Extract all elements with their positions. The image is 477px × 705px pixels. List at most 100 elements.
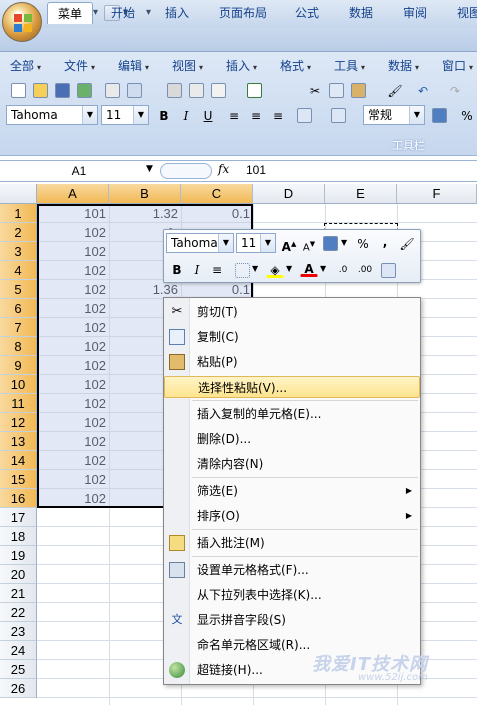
row-header[interactable]: 18 — [0, 527, 37, 546]
email-icon[interactable] — [127, 83, 142, 98]
fill-color-dropdown-icon[interactable]: ▼ — [286, 264, 292, 273]
menu-item-sort[interactable]: 排序(O) ▶ — [164, 505, 420, 527]
row-header[interactable]: 23 — [0, 622, 37, 641]
copy-icon[interactable] — [329, 83, 344, 98]
wrap-text-icon[interactable] — [331, 108, 346, 123]
tab-menu[interactable]: 菜单 — [47, 2, 93, 24]
row-header[interactable]: 9 — [0, 356, 37, 375]
row-header[interactable]: 17 — [0, 508, 37, 527]
select-all-corner[interactable] — [0, 184, 37, 204]
menu-data[interactable]: 数据 ▾ — [388, 57, 419, 75]
row-header[interactable]: 20 — [0, 565, 37, 584]
menu-tools[interactable]: 工具 ▾ — [334, 57, 365, 75]
tab-home[interactable]: 开始 — [103, 2, 143, 24]
column-header-a[interactable]: A — [37, 184, 109, 204]
grow-font-icon[interactable]: A▲ — [280, 234, 298, 254]
menu-window[interactable]: 窗口 ▾ — [442, 57, 473, 75]
bold-button[interactable]: B — [168, 260, 186, 278]
menu-item-clear-contents[interactable]: 清除内容(N) — [164, 453, 420, 475]
tab-formulas[interactable]: 公式 — [287, 2, 327, 24]
underline-button[interactable]: U — [199, 106, 217, 124]
column-header-f[interactable]: F — [397, 184, 477, 204]
print-icon[interactable] — [167, 83, 182, 98]
menu-item-paste-special[interactable]: 选择性粘贴(V)... — [164, 376, 420, 398]
tab-view[interactable]: 视图 — [449, 2, 477, 24]
format-painter-icon[interactable]: 🖌 — [386, 81, 404, 99]
fill-color-icon[interactable]: ◈ — [266, 260, 284, 278]
row-header[interactable]: 15 — [0, 470, 37, 489]
row-header[interactable]: 22 — [0, 603, 37, 622]
row-header[interactable]: 5 — [0, 280, 37, 299]
row-header[interactable]: 14 — [0, 451, 37, 470]
shrink-font-icon[interactable]: A▼ — [300, 234, 318, 253]
menu-format[interactable]: 格式 ▾ — [280, 57, 311, 75]
undo-icon[interactable]: ↶ — [414, 81, 432, 99]
row-header[interactable]: 6 — [0, 299, 37, 318]
menu-all[interactable]: 全部 ▾ — [10, 57, 41, 75]
format-painter-icon[interactable]: 🖌 — [398, 234, 416, 252]
merge-center-icon[interactable] — [297, 108, 312, 123]
increase-decimal-icon[interactable]: .0 — [334, 260, 352, 278]
row-header[interactable]: 16 — [0, 489, 37, 508]
percent-style-button[interactable]: % — [354, 234, 372, 252]
menu-item-copy[interactable]: 复制(C) — [164, 326, 420, 348]
cut-icon[interactable]: ✂ — [306, 81, 324, 99]
font-color-dropdown-icon[interactable]: ▼ — [320, 264, 326, 273]
permission-icon[interactable] — [77, 83, 92, 98]
print-preview-icon[interactable] — [189, 83, 204, 98]
export-pdf-icon[interactable] — [105, 83, 120, 98]
menu-item-paste[interactable]: 粘贴(P) — [164, 351, 420, 373]
row-header[interactable]: 19 — [0, 546, 37, 565]
office-button[interactable] — [2, 2, 42, 42]
redo-icon[interactable]: ↷ — [446, 81, 464, 99]
italic-button[interactable]: I — [177, 106, 195, 124]
row-header[interactable]: 11 — [0, 394, 37, 413]
paste-icon[interactable] — [351, 83, 366, 98]
row-header[interactable]: 21 — [0, 584, 37, 603]
row-header[interactable]: 12 — [0, 413, 37, 432]
italic-button[interactable]: I — [188, 260, 206, 278]
comma-style-button[interactable]: , — [376, 232, 394, 250]
font-color-icon[interactable]: A — [300, 259, 318, 277]
menu-item-filter[interactable]: 筛选(E) ▶ — [164, 480, 420, 502]
bold-button[interactable]: B — [155, 106, 173, 124]
borders-dropdown-icon[interactable]: ▼ — [252, 264, 258, 273]
tab-page-layout[interactable]: 页面布局 — [212, 2, 274, 24]
customize-quick-access-icon[interactable]: ▾ — [146, 7, 151, 18]
row-header[interactable]: 1 — [0, 204, 37, 223]
menu-insert[interactable]: 插入 ▾ — [226, 57, 257, 75]
name-box-dropdown-icon[interactable]: ▼ — [146, 164, 153, 174]
borders-icon[interactable] — [235, 263, 250, 278]
name-box[interactable]: A1 — [0, 162, 158, 180]
open-folder-icon[interactable] — [33, 83, 48, 98]
row-header[interactable]: 4 — [0, 261, 37, 280]
menu-item-show-phonetic[interactable]: 文 显示拼音字段(S) — [164, 609, 420, 631]
menu-item-pick-from-list[interactable]: 从下拉列表中选择(K)... — [164, 584, 420, 606]
menu-item-format-cells[interactable]: 设置单元格格式(F)... — [164, 559, 420, 581]
font-name-combo[interactable]: Tahoma ▼ — [6, 105, 98, 125]
currency-format-icon[interactable] — [323, 236, 338, 251]
save-icon[interactable] — [55, 83, 70, 98]
spelling-icon[interactable] — [247, 83, 262, 98]
align-left-icon[interactable]: ≡ — [225, 106, 243, 124]
row-header[interactable]: 8 — [0, 337, 37, 356]
align-right-icon[interactable]: ≡ — [269, 106, 287, 124]
undo-dropdown-icon[interactable]: ▾ — [93, 7, 98, 18]
new-document-icon[interactable] — [11, 83, 26, 98]
currency-dropdown-icon[interactable]: ▼ — [341, 238, 347, 247]
tab-insert[interactable]: 插入 — [157, 2, 197, 24]
row-header[interactable]: 24 — [0, 641, 37, 660]
menu-view[interactable]: 视图 ▾ — [172, 57, 203, 75]
center-align-icon[interactable]: ≡ — [208, 260, 226, 278]
column-header-c[interactable]: C — [181, 184, 253, 204]
menu-edit[interactable]: 编辑 ▾ — [118, 57, 149, 75]
row-header[interactable]: 10 — [0, 375, 37, 394]
row-header[interactable]: 3 — [0, 242, 37, 261]
tab-review[interactable]: 审阅 — [395, 2, 435, 24]
insert-function-icon[interactable]: fx — [218, 162, 234, 176]
tab-data[interactable]: 数据 — [341, 2, 381, 24]
column-header-b[interactable]: B — [109, 184, 181, 204]
merge-center-icon[interactable] — [381, 263, 396, 278]
align-center-icon[interactable]: ≡ — [247, 106, 265, 124]
mini-font-combo[interactable]: Tahoma ▼ — [166, 233, 234, 253]
